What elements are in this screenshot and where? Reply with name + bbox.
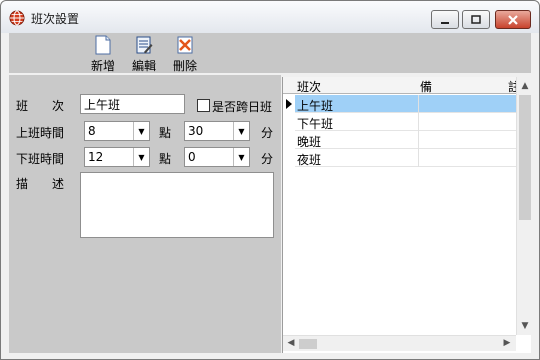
start-minute-value: 30 (188, 124, 204, 138)
shift-label: 班 次 (16, 99, 65, 113)
toolbar: 新增 編輯 刪除 (9, 33, 531, 73)
table-row[interactable]: 夜班 (295, 149, 516, 167)
shift-grid: 班次 備 註 上午班 下午班 晚班 夜班 ▲ ▼ ◀ ▶ (282, 77, 532, 353)
hour-unit-label: 點 (159, 126, 172, 140)
column-header-shift[interactable]: 班次 (297, 78, 321, 95)
column-header-note-cont: 註 (508, 80, 516, 94)
chevron-down-icon[interactable]: ▼ (133, 148, 149, 166)
scroll-right-icon[interactable]: ▶ (500, 336, 514, 350)
chevron-down-icon[interactable]: ▼ (233, 122, 249, 140)
start-time-label: 上班時間 (16, 126, 65, 140)
column-header-note[interactable]: 備 (420, 78, 432, 95)
chevron-down-icon[interactable]: ▼ (133, 122, 149, 140)
delete-icon (177, 36, 193, 54)
new-button[interactable]: 新增 (83, 34, 123, 73)
cell-shift-name: 上午班 (297, 99, 334, 113)
current-row-arrow-icon (286, 99, 292, 109)
delete-button[interactable]: 刪除 (165, 34, 205, 73)
minute-unit-label: 分 (261, 126, 274, 140)
grid-header: 班次 備 註 (283, 77, 516, 94)
hour-unit-label: 點 (159, 152, 172, 166)
shift-settings-window: 班次設置 新增 編輯 刪除 班 次 上午班 是否跨日班 上班時間 8 ▼ 點 3… (0, 0, 540, 360)
table-row[interactable]: 晚班 (295, 131, 516, 149)
maximize-icon (463, 11, 489, 28)
end-minute-value: 0 (188, 150, 196, 164)
title-bar[interactable]: 班次設置 (1, 1, 539, 33)
cell-shift-name: 下午班 (297, 117, 334, 131)
edit-button[interactable]: 編輯 (124, 34, 164, 73)
start-minute-select[interactable]: 30 ▼ (184, 121, 250, 141)
cell-shift-name: 夜班 (297, 153, 322, 167)
row-indicator (283, 95, 295, 113)
start-hour-select[interactable]: 8 ▼ (84, 121, 150, 141)
new-document-icon (95, 35, 111, 55)
description-label: 描 述 (16, 177, 65, 191)
edit-button-label: 編輯 (131, 59, 156, 73)
scroll-down-icon[interactable]: ▼ (518, 319, 532, 333)
delete-button-label: 刪除 (172, 59, 197, 73)
vertical-scroll-thumb[interactable] (519, 95, 531, 220)
globe-app-icon (9, 10, 25, 26)
end-minute-select[interactable]: 0 ▼ (184, 147, 250, 167)
edit-list-icon (136, 36, 153, 54)
start-hour-value: 8 (88, 124, 96, 138)
table-row[interactable]: 下午班 (295, 113, 516, 131)
cross-day-checkbox[interactable] (197, 99, 210, 112)
end-time-label: 下班時間 (16, 152, 65, 166)
shift-name-input[interactable]: 上午班 (80, 94, 185, 114)
maximize-button[interactable] (462, 10, 490, 29)
window-title: 班次設置 (31, 12, 80, 26)
vertical-scrollbar[interactable]: ▲ ▼ (516, 77, 532, 335)
table-row[interactable]: 上午班 (295, 95, 516, 113)
end-hour-value: 12 (88, 150, 104, 164)
minute-unit-label: 分 (261, 152, 274, 166)
minimize-icon (432, 11, 458, 28)
horizontal-scrollbar[interactable]: ◀ ▶ (283, 335, 516, 351)
end-hour-select[interactable]: 12 ▼ (84, 147, 150, 167)
description-textarea[interactable] (80, 172, 274, 238)
shift-form: 班 次 上午班 是否跨日班 上班時間 8 ▼ 點 30 ▼ 分 下班時間 12 … (9, 75, 281, 353)
minimize-button[interactable] (431, 10, 459, 29)
cross-day-label: 是否跨日班 (212, 100, 273, 114)
scroll-left-icon[interactable]: ◀ (284, 336, 298, 350)
new-button-label: 新增 (90, 59, 115, 73)
horizontal-scroll-thumb[interactable] (299, 339, 317, 349)
cell-shift-name: 晚班 (297, 135, 322, 149)
close-button[interactable] (495, 10, 531, 29)
chevron-down-icon[interactable]: ▼ (233, 148, 249, 166)
scroll-up-icon[interactable]: ▲ (518, 79, 532, 93)
close-icon (496, 11, 530, 28)
